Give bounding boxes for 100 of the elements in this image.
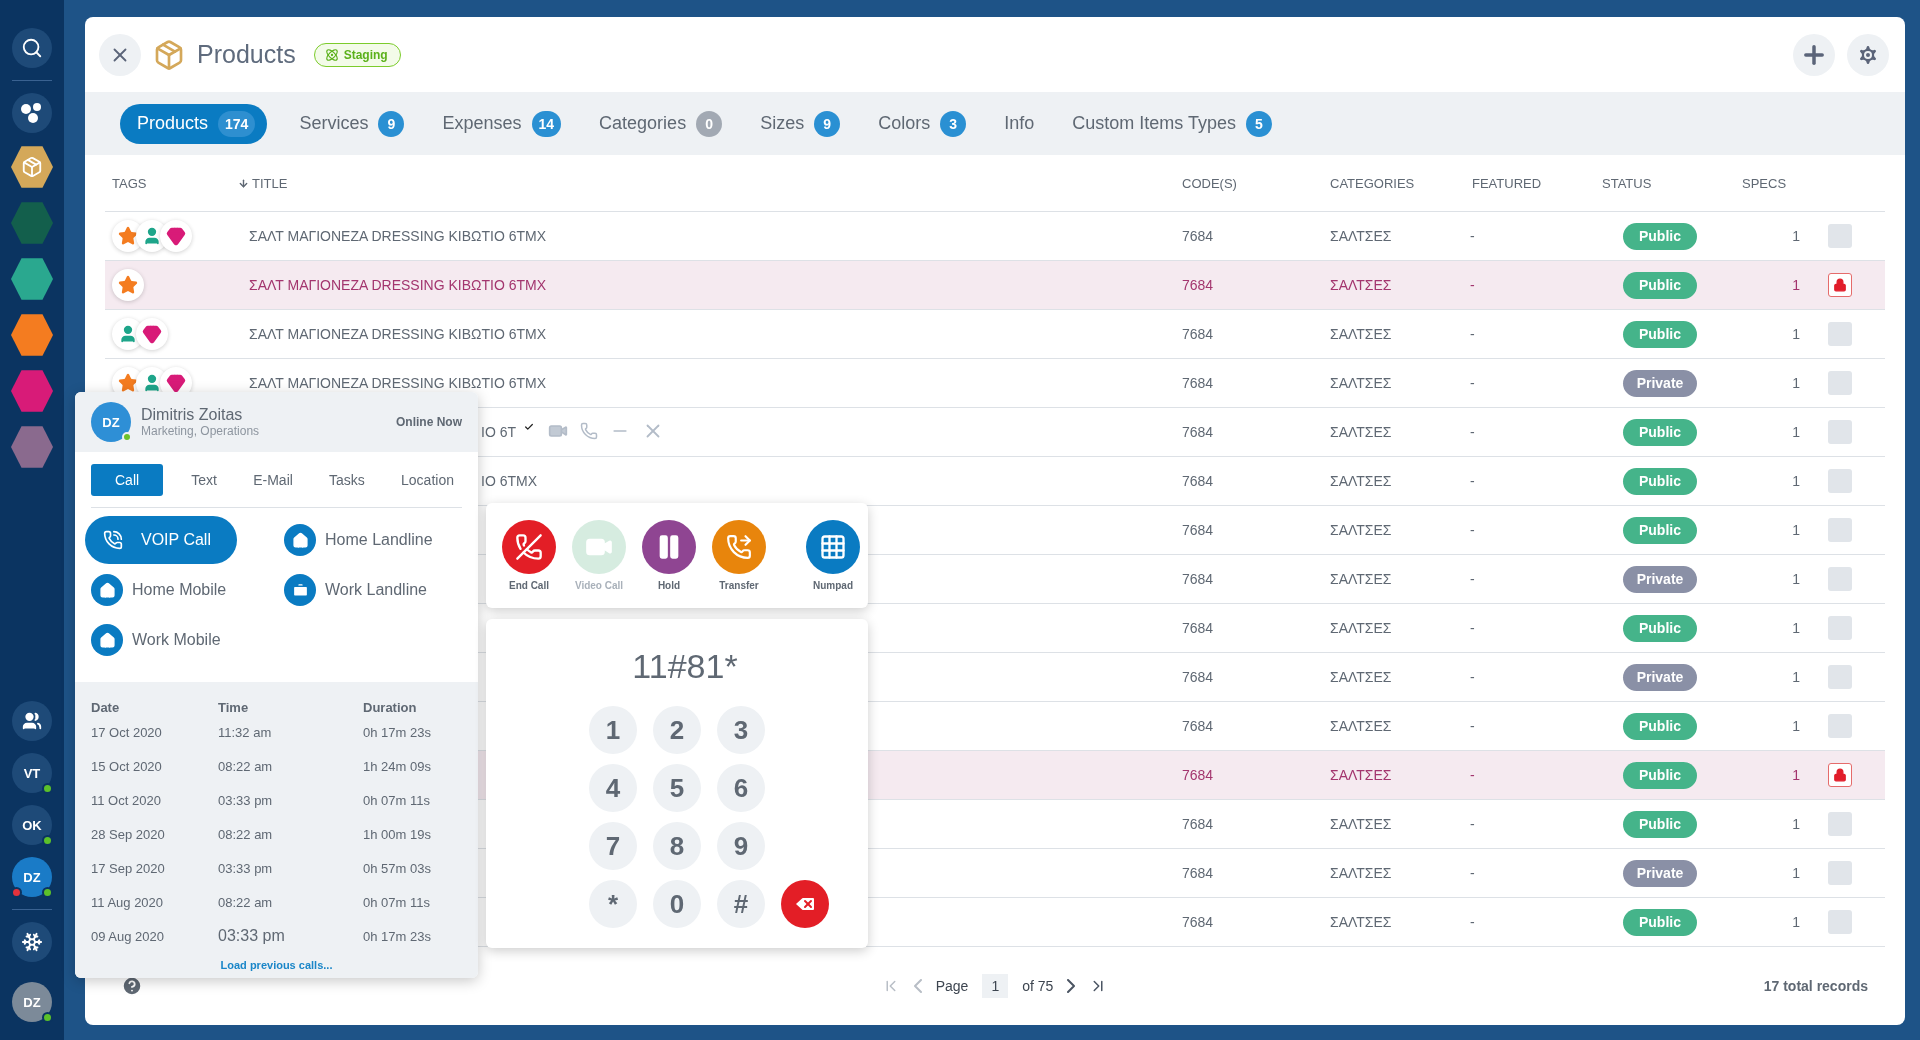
people-button[interactable] — [12, 701, 52, 741]
column-header[interactable]: TITLE — [252, 175, 288, 191]
tab[interactable]: Products 174 — [120, 103, 268, 144]
chevron-left-icon — [913, 979, 922, 993]
contact-tab[interactable]: Tasks — [321, 463, 373, 496]
page-field[interactable]: 1 — [982, 974, 1009, 998]
previous-page-button[interactable] — [913, 979, 922, 993]
lock-icon — [1833, 278, 1847, 292]
tab[interactable]: Info — [998, 103, 1041, 144]
table-cell-text: ΣΑΛΤΣΕΣ — [1329, 865, 1392, 881]
user-avatar[interactable]: OK — [12, 805, 52, 845]
tab[interactable]: Services 9 — [293, 103, 411, 144]
dial-key[interactable]: 4 — [589, 764, 637, 812]
dial-key[interactable]: # — [717, 880, 765, 928]
dial-key[interactable]: 9 — [717, 822, 765, 870]
user-avatar[interactable]: VT — [12, 753, 52, 793]
row-checkbox[interactable] — [1828, 665, 1852, 689]
row-checkbox[interactable] — [1828, 224, 1852, 248]
user-avatar[interactable]: DZ — [12, 857, 52, 897]
dial-key[interactable]: 7 — [589, 822, 637, 870]
add-button[interactable] — [1793, 33, 1835, 76]
dial-key[interactable]: 2 — [653, 706, 701, 754]
dial-key[interactable]: * — [589, 880, 637, 928]
person-icon — [142, 226, 162, 246]
table-cell-text: - — [1469, 326, 1475, 342]
column-header[interactable]: STATUS — [1602, 175, 1652, 191]
dialed-number: 11#81* — [632, 647, 738, 686]
search-icon — [21, 37, 43, 59]
table-cell: 1 — [1792, 424, 1800, 440]
table-cell-text: 7684 — [1181, 718, 1214, 734]
next-page-button[interactable] — [1067, 979, 1076, 993]
table-cell-text: 7684 — [1181, 424, 1214, 440]
contact-tab[interactable]: E-Mail — [245, 463, 301, 496]
apps-button[interactable] — [12, 93, 52, 133]
backspace-button[interactable] — [781, 880, 829, 928]
row-checkbox[interactable] — [1828, 714, 1852, 738]
table-cell: 1 — [1792, 718, 1800, 734]
contact-tab[interactable]: Text — [183, 463, 225, 496]
status-badge: Public — [1623, 614, 1697, 642]
table-cell: IO 6T — [481, 424, 516, 440]
contact-role: Marketing, Operations — [141, 424, 260, 438]
call-option[interactable]: Home Landline — [278, 516, 439, 564]
row-checkbox[interactable] — [1828, 469, 1852, 493]
dial-key[interactable]: 0 — [653, 880, 701, 928]
load-more-link[interactable]: Load previous calls... — [220, 959, 333, 971]
call-option[interactable]: Home Mobile — [85, 566, 233, 614]
row-checkbox[interactable] — [1828, 322, 1852, 346]
tab[interactable]: Categories 0 — [593, 103, 729, 144]
close-button[interactable] — [99, 33, 141, 76]
dial-key[interactable]: 8 — [653, 822, 701, 870]
people-icon — [22, 711, 42, 731]
tab[interactable]: Custom Items Types 5 — [1066, 103, 1278, 144]
table-cell-text: 7684 — [1181, 865, 1214, 881]
search-button[interactable] — [12, 28, 52, 68]
tab[interactable]: Sizes 9 — [754, 103, 847, 144]
phone-icon[interactable] — [580, 422, 598, 440]
status-badge: Public — [1623, 516, 1697, 544]
table-cell-text: - — [1469, 669, 1475, 685]
tab[interactable]: Expenses 14 — [436, 103, 568, 144]
row-checkbox[interactable] — [1828, 567, 1852, 591]
count-badge: 14 — [531, 110, 562, 137]
status-badge: Public — [1623, 271, 1697, 299]
person-icon — [118, 324, 138, 344]
row-checkbox[interactable] — [1828, 420, 1852, 444]
row-checkbox[interactable] — [1828, 371, 1852, 395]
row-checkbox[interactable] — [1828, 518, 1852, 542]
call-option[interactable]: Work Mobile — [85, 616, 227, 664]
row-checkbox[interactable] — [1828, 812, 1852, 836]
row-checkbox[interactable] — [1828, 861, 1852, 885]
column-header[interactable]: SPECS — [1742, 175, 1787, 191]
status-badge: Private — [1623, 859, 1697, 887]
lock-button[interactable] — [1828, 763, 1852, 787]
row-checkbox[interactable] — [1828, 616, 1852, 640]
snowflake-button[interactable] — [12, 922, 52, 962]
dial-key[interactable]: 6 — [717, 764, 765, 812]
contact-tab[interactable]: Call — [91, 463, 164, 496]
settings-button[interactable] — [1847, 33, 1889, 76]
dial-key[interactable]: 5 — [653, 764, 701, 812]
dial-key[interactable]: 3 — [717, 706, 765, 754]
call-option[interactable]: Work Landline — [278, 566, 433, 614]
table-cell-text: - — [1469, 816, 1475, 832]
table-cell: ΣΑΛΤ ΜΑΓΙΟΝΕΖΑ DRESSING ΚΙΒΩΤΙΟ 6TMX — [249, 375, 547, 391]
table-cell-text: ΣΑΛΤΣΕΣ — [1329, 620, 1392, 636]
column-header[interactable]: TAGS — [112, 175, 147, 191]
column-header[interactable]: FEATURED — [1472, 175, 1542, 191]
table-cell-text: 7684 — [1181, 473, 1214, 489]
column-header[interactable]: CODE(S) — [1182, 175, 1237, 191]
contact-tab[interactable]: Location — [393, 463, 462, 496]
lock-button[interactable] — [1828, 273, 1852, 297]
phone-off-icon — [515, 533, 543, 561]
column-header[interactable]: CATEGORIES — [1330, 175, 1415, 191]
dial-key[interactable]: 1 — [589, 706, 637, 754]
column-header: Duration — [363, 700, 418, 715]
user-avatar[interactable]: DZ — [12, 982, 52, 1022]
status-badge: Public — [1623, 810, 1697, 838]
call-option[interactable]: VOIP Call — [85, 516, 237, 564]
table-cell: 1 — [1792, 669, 1800, 685]
tab[interactable]: Colors 3 — [872, 103, 973, 144]
row-checkbox[interactable] — [1828, 910, 1852, 934]
table-cell-text: 7684 — [1181, 914, 1214, 930]
